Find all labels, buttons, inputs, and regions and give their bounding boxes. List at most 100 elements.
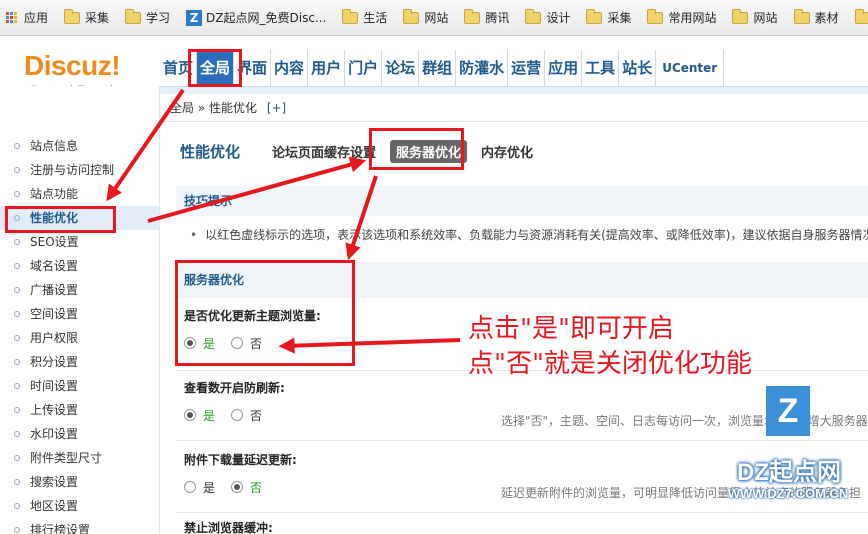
sidebar-item-space[interactable]: 空间设置 (0, 302, 159, 326)
highlight-server-subtab (369, 128, 464, 170)
sidebar-item-credits[interactable]: 积分设置 (0, 350, 159, 374)
bookmark-folder[interactable]: 素材 (793, 8, 839, 26)
radio-label: 否 (250, 408, 263, 423)
highlight-performance-item (5, 206, 116, 233)
radio-no[interactable]: 否 (231, 479, 262, 496)
sidebar-item-site-info[interactable]: 站点信息 (0, 134, 159, 158)
sidebar-item-time[interactable]: 时间设置 (0, 374, 159, 398)
annotation-text: 点击"是"即可开启 点"否"就是关闭优化功能 (468, 312, 752, 382)
bookmark-label: 采集 (85, 11, 110, 25)
breadcrumb-path: 全局 » 性能优化 (170, 101, 257, 115)
nav-tab-admin[interactable]: 站长 (619, 50, 657, 86)
dz-site-icon: Z (186, 9, 203, 26)
nav-tab-apps[interactable]: 应用 (545, 50, 583, 86)
sidebar-item-attachment-types[interactable]: 附件类型尺寸 (0, 446, 159, 470)
subtab-forum-cache[interactable]: 论坛页面缓存设置 (266, 140, 382, 163)
radio-unchecked-icon[interactable] (231, 409, 244, 421)
bookmark-dz-site[interactable]: Z DZ起点网_免费Disc... (186, 9, 326, 26)
folder-icon (525, 8, 542, 24)
bookmark-folder[interactable]: 常用网站 (647, 8, 717, 26)
sidebar: 站点信息 注册与访问控制 站点功能 性能优化 SEO设置 域名设置 广播设置 空… (0, 86, 160, 534)
radio-unchecked-icon[interactable] (184, 481, 196, 493)
sidebar-item-registration[interactable]: 注册与访问控制 (0, 158, 159, 182)
nav-tab-content[interactable]: 内容 (271, 50, 309, 86)
tips-text: 以红色虚线标示的选项，表示该选项和系统效率、负载能力与资源消耗有关(提高效率、或… (190, 226, 868, 243)
page-title: 性能优化 (180, 143, 241, 161)
tips-heading: 技巧提示 (176, 186, 868, 216)
bookmark-folder[interactable]: 腾讯 (464, 8, 510, 26)
folder-icon (586, 8, 603, 24)
bookmark-label: DZ起点网_免费Disc... (206, 11, 327, 25)
sidebar-item-watermark[interactable]: 水印设置 (0, 422, 159, 446)
sidebar-item-region[interactable]: 地区设置 (0, 494, 159, 518)
bookmark-folder[interactable]: 网站 (403, 8, 449, 26)
bookmark-label: 设计 (546, 11, 571, 25)
nav-tab-antispam[interactable]: 防灌水 (456, 50, 509, 86)
add-shortcut-link[interactable]: [+] (267, 101, 286, 115)
bookmark-label: 腾讯 (485, 11, 510, 25)
sidebar-item-seo[interactable]: SEO设置 (0, 230, 159, 254)
nav-tab-operations[interactable]: 运营 (508, 50, 546, 86)
sidebar-item-upload[interactable]: 上传设置 (0, 398, 159, 422)
radio-label: 是 (203, 408, 216, 423)
radio-checked-icon[interactable] (184, 409, 196, 421)
bookmark-folder[interactable]: 采集 (586, 8, 632, 26)
bookmark-label: 网站 (424, 11, 449, 25)
sidebar-item-rankings[interactable]: 排行榜设置 (0, 518, 159, 534)
bookmark-folder[interactable]: 网站 (732, 8, 778, 26)
site-watermark: Z DZ起点网 WWW.DZ7.COM.CN (718, 386, 858, 522)
nav-tab-forum[interactable]: 论坛 (382, 50, 420, 86)
bookmarks-bar: 应用 采集 学习 Z DZ起点网_免费Disc... 生活 网站 腾讯 设计 采集… (0, 0, 868, 36)
watermark-name: DZ起点网 (737, 459, 841, 486)
bookmark-folder[interactable]: 采集 (64, 8, 110, 26)
highlight-server-section (175, 260, 355, 366)
radio-no[interactable]: 否 (231, 407, 262, 424)
nav-tab-ucenter[interactable]: UCenter (656, 50, 725, 86)
annotation-line-2: 点"否"就是关闭优化功能 (468, 349, 752, 379)
nav-divider (160, 86, 868, 94)
bookmark-label: 生活 (363, 11, 388, 25)
sidebar-item-domain[interactable]: 域名设置 (0, 254, 159, 278)
bookmark-label: 常用网站 (668, 11, 717, 25)
bookmark-label: 网站 (753, 11, 778, 25)
watermark-url: WWW.DZ7.COM.CN (727, 486, 849, 501)
subtab-memory-optimization[interactable]: 内存优化 (475, 140, 539, 163)
folder-icon (464, 8, 481, 24)
bookmark-label: 学习 (146, 11, 171, 25)
radio-yes[interactable]: 是 (184, 407, 215, 424)
folder-icon (732, 8, 749, 24)
nav-tab-portal[interactable]: 门户 (345, 50, 383, 86)
folder-icon (854, 8, 868, 24)
dz-logo-icon: Z (766, 386, 810, 436)
radio-label: 否 (250, 480, 263, 495)
nav-tab-tools[interactable]: 工具 (582, 50, 620, 86)
bookmark-label: 采集 (607, 11, 632, 25)
folder-icon (647, 8, 664, 24)
screen: 应用 采集 学习 Z DZ起点网_免费Disc... 生活 网站 腾讯 设计 采集… (0, 0, 868, 534)
folder-icon (342, 8, 359, 24)
top-nav: 首页 全局 界面 内容 用户 门户 论坛 群组 防灌水 运营 应用 工具 站长 … (160, 50, 725, 86)
sidebar-item-search[interactable]: 搜索设置 (0, 470, 159, 494)
bookmark-label: 素材 (814, 11, 839, 25)
folder-icon (125, 8, 142, 24)
bookmark-folder[interactable]: 学习 (125, 8, 171, 26)
sidebar-item-user-permissions[interactable]: 用户权限 (0, 326, 159, 350)
bookmark-apps[interactable]: 应用 (6, 9, 48, 26)
radio-label: 是 (203, 480, 216, 495)
sidebar-item-site-features[interactable]: 站点功能 (0, 182, 159, 206)
bookmark-folder[interactable]: 生活 (342, 8, 388, 26)
bookmark-folder[interactable]: 设计 (525, 8, 571, 26)
breadcrumb: 全局 » 性能优化 [+] (160, 94, 868, 122)
radio-yes[interactable]: 是 (184, 479, 215, 496)
folder-icon (64, 8, 81, 24)
sidebar-item-broadcast[interactable]: 广播设置 (0, 278, 159, 302)
sub-nav: 性能优化 论坛页面缓存设置 服务器优化 内存优化 (180, 140, 547, 163)
apps-grid-icon (6, 12, 17, 23)
nav-tab-groups[interactable]: 群组 (419, 50, 457, 86)
nav-tab-users[interactable]: 用户 (308, 50, 346, 86)
annotation-line-1: 点击"是"即可开启 (468, 314, 674, 344)
bookmark-folder[interactable]: 外链 (854, 8, 868, 26)
radio-checked-icon[interactable] (231, 481, 244, 493)
folder-icon (403, 8, 420, 24)
highlight-global-tab (188, 49, 242, 87)
